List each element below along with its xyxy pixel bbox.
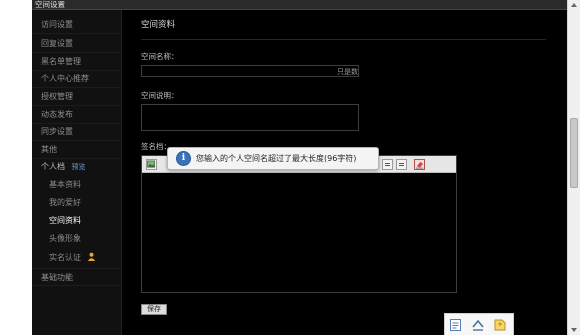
preview-link[interactable]: 预览 — [72, 163, 86, 171]
settings-panel: 访问设置 回复设置 黑名单管理 个人中心推荐 授权管理 动态发布 同步设置 其他… — [32, 10, 567, 335]
align-icon — [385, 163, 390, 166]
sidebar-item-label: 访问设置 — [41, 20, 73, 29]
sidebar-item-sync[interactable]: 同步设置 — [32, 123, 122, 141]
sidebar-item-label: 黑名单管理 — [41, 57, 81, 66]
back-to-top-icon[interactable] — [471, 318, 485, 332]
space-name-label: 空间名称： — [141, 52, 179, 61]
align-button[interactable] — [382, 159, 393, 170]
save-button[interactable]: 保存 — [141, 304, 167, 315]
sidebar: 访问设置 回复设置 黑名单管理 个人中心推荐 授权管理 动态发布 同步设置 其他… — [32, 10, 122, 335]
scroll-down-icon[interactable] — [571, 328, 577, 332]
info-icon: i — [176, 151, 191, 166]
floating-toolbar — [444, 313, 514, 335]
sidebar-item-access[interactable]: 访问设置 — [32, 16, 122, 34]
sidebar-subitem-basic[interactable]: 基本资料 — [32, 176, 122, 194]
char-limit-text: 只是数 — [337, 68, 358, 76]
scroll-thumb[interactable] — [570, 118, 578, 188]
user-verify-icon — [87, 252, 95, 261]
window-titlebar: 空间设置 — [32, 0, 567, 10]
list-icon — [399, 163, 404, 166]
sidebar-item-label: 其他 — [41, 145, 57, 154]
page-title: 空间资料 — [141, 20, 176, 30]
image-icon — [147, 160, 156, 168]
signature-editor[interactable] — [141, 155, 457, 293]
sidebar-item-label: 同步设置 — [41, 127, 73, 136]
sidebar-item-reply[interactable]: 回复设置 — [32, 35, 122, 53]
space-name-input[interactable] — [141, 65, 359, 77]
page-scrollbar[interactable] — [567, 0, 580, 335]
eraser-icon — [415, 161, 424, 169]
sidebar-subitem-label: 实名认证 — [49, 253, 81, 262]
space-desc-textarea[interactable] — [141, 104, 359, 131]
sidebar-item-authorization[interactable]: 授权管理 — [32, 88, 122, 106]
sidebar-item-blacklist[interactable]: 黑名单管理 — [32, 53, 122, 71]
clear-format-button[interactable] — [414, 159, 425, 170]
sidebar-item-publish[interactable]: 动态发布 — [32, 106, 122, 124]
sidebar-item-label: 个人中心推荐 — [41, 74, 89, 83]
sidebar-subitem-hobbies[interactable]: 我的爱好 — [32, 194, 122, 212]
left-margin — [0, 0, 32, 335]
sidebar-subitem-verification[interactable]: 实名认证 — [32, 249, 122, 267]
sidebar-item-other[interactable]: 其他 — [32, 141, 122, 159]
list-button[interactable] — [396, 159, 407, 170]
title-divider — [141, 39, 546, 40]
insert-image-button[interactable] — [146, 159, 157, 170]
sidebar-subitem-label: 空间资料 — [49, 216, 81, 225]
feedback-icon[interactable] — [449, 318, 463, 332]
sidebar-item-personal[interactable]: 个人档 预览 — [32, 158, 122, 176]
main-content: 空间资料 空间名称： 只是数 空间说明： 签名档： 保存 — [123, 10, 567, 335]
sidebar-item-recommend[interactable]: 个人中心推荐 — [32, 70, 122, 88]
sidebar-item-label: 回复设置 — [41, 39, 73, 48]
sidebar-item-label: 动态发布 — [41, 110, 73, 119]
space-desc-label: 空间说明： — [141, 91, 179, 100]
sidebar-subitem-label: 基本资料 — [49, 180, 81, 189]
sidebar-item-label: 基础功能 — [41, 273, 73, 282]
tooltip-message: 您输入的个人空间名超过了最大长度(96字符) — [196, 154, 357, 163]
window-title: 空间设置 — [35, 0, 65, 9]
sidebar-subitem-space-profile[interactable]: 空间资料 — [32, 212, 122, 230]
error-tooltip: i 您输入的个人空间名超过了最大长度(96字符) — [167, 147, 379, 170]
bookmark-icon[interactable] — [493, 318, 507, 332]
scroll-up-icon[interactable] — [571, 3, 577, 7]
sidebar-subitem-avatar[interactable]: 头像形象 — [32, 230, 122, 248]
sidebar-item-label: 个人档 — [41, 162, 65, 171]
sidebar-item-label: 授权管理 — [41, 92, 73, 101]
sidebar-subitem-label: 我的爱好 — [49, 198, 81, 207]
sidebar-item-basic-functions[interactable]: 基础功能 — [32, 268, 122, 286]
sidebar-subitem-label: 头像形象 — [49, 234, 81, 243]
